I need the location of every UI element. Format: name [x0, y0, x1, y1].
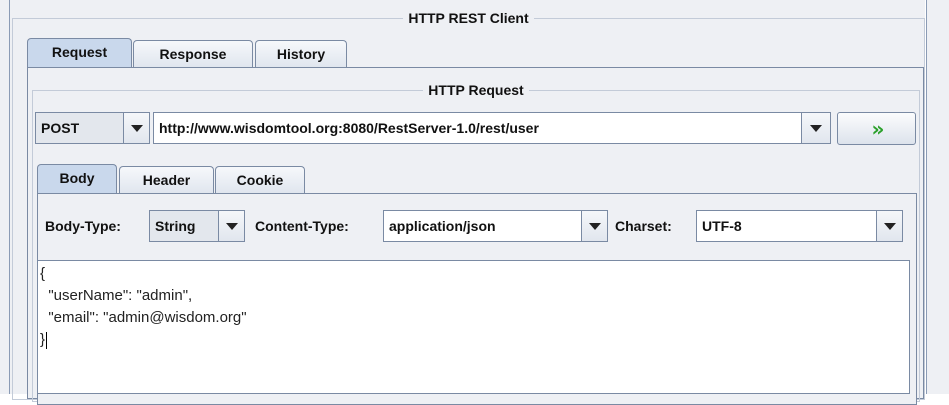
body-type-value: String: [150, 211, 218, 241]
tab-request[interactable]: Request: [27, 38, 132, 68]
tab-cookie[interactable]: Cookie: [215, 166, 305, 194]
tab-header[interactable]: Header: [119, 166, 214, 194]
tab-response-label: Response: [159, 46, 227, 62]
double-chevron-right-icon: »: [871, 116, 885, 141]
tab-history[interactable]: History: [255, 40, 347, 68]
method-dropdown-button[interactable]: [123, 113, 149, 143]
content-type-label: Content-Type:: [255, 218, 349, 234]
tab-body-label: Body: [59, 170, 95, 186]
tab-history-label: History: [276, 46, 326, 62]
charset-value: UTF-8: [702, 218, 742, 234]
request-body-editor[interactable]: { "userName": "admin", "email": "admin@w…: [37, 260, 910, 394]
body-type-dropdown-button[interactable]: [218, 211, 244, 241]
url-dropdown-button[interactable]: [801, 113, 830, 143]
panel-title: HTTP REST Client: [403, 10, 534, 26]
body-line: {: [40, 265, 46, 282]
chevron-down-icon: [225, 222, 238, 230]
method-select[interactable]: POST: [35, 112, 150, 144]
right-window-edge: [926, 0, 949, 394]
url-value[interactable]: http://www.wisdomtool.org:8080/RestServe…: [154, 113, 801, 143]
body-line: }: [40, 331, 46, 348]
http-request-title: HTTP Request: [423, 82, 529, 98]
charset-label: Charset:: [615, 218, 672, 234]
chevron-down-icon: [883, 222, 896, 230]
body-type-label: Body-Type:: [45, 218, 121, 234]
url-input[interactable]: http://www.wisdomtool.org:8080/RestServe…: [153, 112, 831, 144]
tab-response[interactable]: Response: [133, 40, 253, 68]
body-line: "email": "admin@wisdom.org": [40, 309, 247, 326]
tab-body[interactable]: Body: [37, 164, 117, 194]
content-type-select[interactable]: application/json: [383, 210, 608, 242]
body-line: "userName": "admin",: [40, 287, 193, 304]
tab-header-label: Header: [142, 172, 191, 188]
rest-client-window: HTTP REST Client Request Response Histor…: [10, 0, 925, 405]
chevron-down-icon: [130, 124, 143, 132]
charset-select[interactable]: UTF-8: [696, 210, 903, 242]
text-caret: [46, 331, 48, 349]
left-window-edge: [0, 0, 10, 394]
chevron-down-icon: [810, 124, 822, 132]
chevron-down-icon: [588, 222, 601, 230]
body-type-select[interactable]: String: [149, 210, 245, 242]
content-type-value: application/json: [389, 218, 496, 234]
tab-cookie-label: Cookie: [236, 172, 284, 188]
send-request-button[interactable]: »: [837, 112, 916, 145]
charset-dropdown-button[interactable]: [876, 211, 902, 241]
tab-request-label: Request: [51, 44, 108, 60]
method-value: POST: [36, 113, 123, 143]
content-type-dropdown-button[interactable]: [581, 211, 607, 241]
